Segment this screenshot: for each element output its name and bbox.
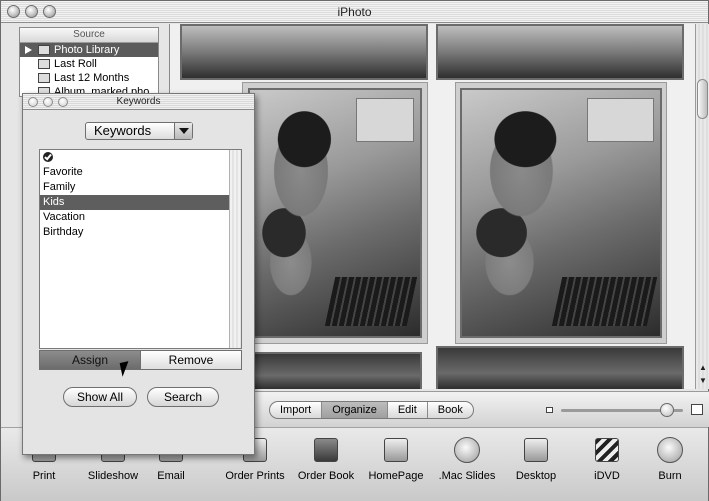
photo-thumbnail[interactable] [180,24,428,80]
photo-thumbnail[interactable] [436,346,684,389]
source-item-last-12-months[interactable]: Last 12 Months [20,71,158,85]
photo-detail [325,276,418,326]
tool-label: Email [157,470,185,482]
tool-label: Order Prints [225,470,285,482]
zoom-slider-knob[interactable] [660,403,674,417]
disclosure-triangle-icon[interactable] [25,46,32,54]
small-thumbnail-icon[interactable] [546,407,553,413]
keyword-item-selected[interactable]: Kids [40,195,229,210]
mode-import-button[interactable]: Import [270,402,323,418]
photo-detail [586,98,654,143]
mac-slides-button[interactable]: .Mac Slides [432,436,502,482]
keyword-item-checkmark[interactable] [40,150,229,165]
keyword-item[interactable]: Vacation [40,210,229,225]
mode-book-button[interactable]: Book [428,402,473,418]
source-item-last-roll[interactable]: Last Roll [20,57,158,71]
keywords-popup-menu[interactable]: Keywords [85,122,193,140]
title-bar[interactable]: iPhoto [1,1,708,23]
photo-detail [551,276,658,326]
photo-thumbnail[interactable] [436,24,684,80]
desktop-button[interactable]: Desktop [501,436,571,482]
tool-label: Desktop [515,470,557,482]
burn-button[interactable]: Burn [635,436,705,482]
scrollbar-thumb[interactable] [697,79,708,119]
keywords-list[interactable]: Favorite Family Kids Vacation Birthday [39,149,242,349]
chevron-down-icon [174,123,192,139]
calendar-icon [38,73,50,83]
photo-thumbnail[interactable] [248,88,422,338]
keyword-item[interactable]: Favorite [40,165,229,180]
tool-label: iDVD [594,470,620,482]
photo-grid-scrollbar[interactable]: ▲ ▼ [695,24,709,389]
search-button[interactable]: Search [147,387,219,407]
source-item-label: Last Roll [54,58,97,70]
keyword-item[interactable]: Family [40,180,229,195]
window-title: iPhoto [337,5,372,19]
source-item-label: Photo Library [54,44,120,56]
source-pane: Source Photo Library Last Roll Last 12 M… [19,27,159,97]
mac-slides-icon [452,436,482,464]
source-item-label: Last 12 Months [54,72,130,84]
show-all-button[interactable]: Show All [63,387,137,407]
photo-detail [356,98,414,143]
scroll-up-arrow-icon[interactable]: ▲ [696,362,709,374]
photo-thumbnail[interactable] [460,88,662,338]
keywords-list-scrollbar[interactable] [229,150,241,348]
mode-organize-button[interactable]: Organize [322,402,388,418]
idvd-button[interactable]: iDVD [572,436,642,482]
source-item-photo-library[interactable]: Photo Library [20,43,158,57]
order-book-button[interactable]: Order Book [291,436,361,482]
assign-remove-control: Assign Remove [39,350,242,370]
photo-thumbnail[interactable] [248,352,422,389]
keywords-panel-title: Keywords [116,96,161,107]
burn-icon [655,436,685,464]
film-roll-icon [38,59,50,69]
tool-label: Order Book [297,470,355,482]
keywords-panel: Keywords Keywords Favorite Family Kids V… [22,93,255,455]
checkmark-icon [43,152,53,162]
keywords-title-bar[interactable]: Keywords [23,94,254,110]
keyword-item[interactable]: Birthday [40,225,229,240]
homepage-button[interactable]: HomePage [361,436,431,482]
keywords-popup-value: Keywords [94,123,152,138]
remove-button[interactable]: Remove [141,351,241,369]
library-icon [38,45,50,55]
tool-label: .Mac Slides [438,470,496,482]
tool-label: HomePage [368,470,424,482]
homepage-icon [381,436,411,464]
tool-label: Burn [658,470,682,482]
mode-segmented-control: Import Organize Edit Book [269,401,474,419]
source-header: Source [20,28,158,43]
tool-label: Print [32,470,56,482]
mode-edit-button[interactable]: Edit [388,402,428,418]
order-book-icon [311,436,341,464]
scroll-down-arrow-icon[interactable]: ▼ [696,375,709,387]
desktop-icon [521,436,551,464]
idvd-icon [592,436,622,464]
large-thumbnail-icon[interactable] [691,404,703,415]
